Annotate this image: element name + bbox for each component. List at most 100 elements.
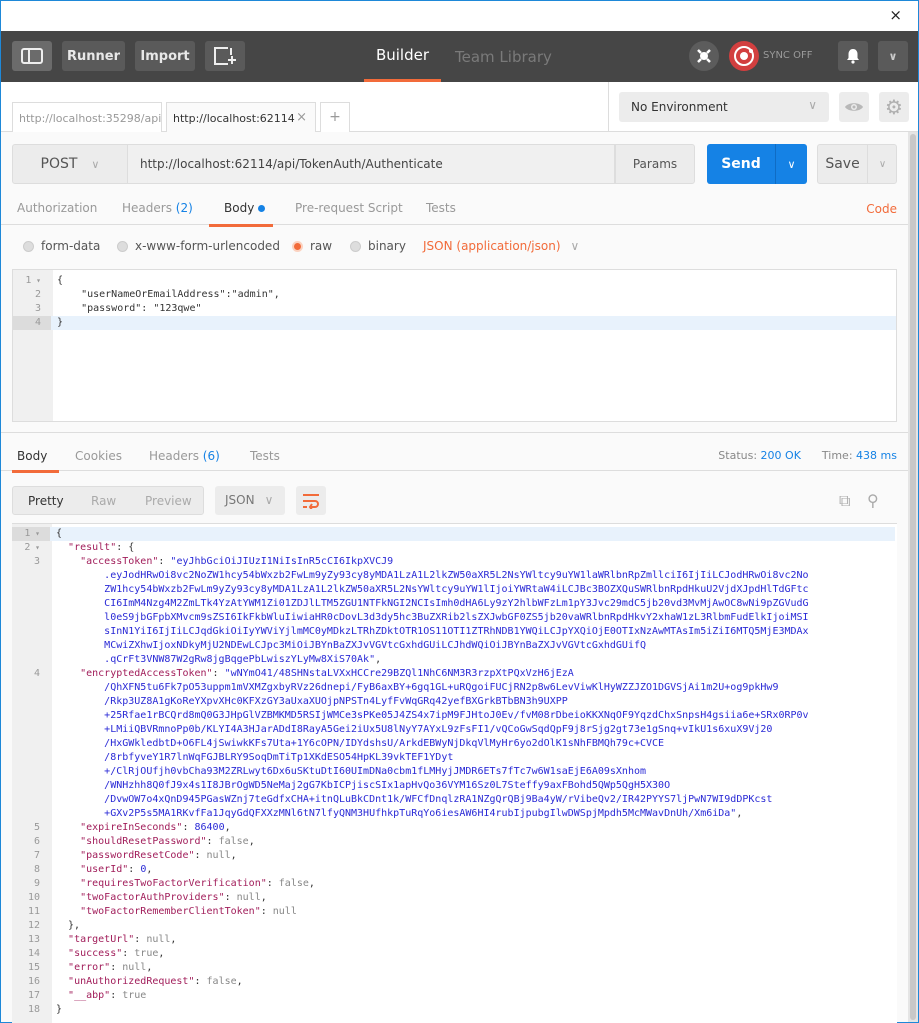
view-mode-segmented: Pretty Raw Preview: [12, 486, 204, 515]
code-text: "unAuthorizedRequest": false,: [68, 976, 243, 987]
code-line: +/ClRjOUfjh0vbCha93M2ZRLwyt6Dx6uSKtuDtI6…: [12, 765, 895, 779]
response-body-viewer[interactable]: 1{2 "result": {3 "accessToken": "eyJhbGc…: [12, 523, 897, 1023]
radio-x-www-form-urlencoded[interactable]: x-www-form-urlencoded: [117, 239, 280, 253]
radio-indicator-selected: [292, 240, 303, 252]
body-mode-options: form-data x-www-form-urlencoded raw bina…: [1, 235, 908, 261]
tab-body[interactable]: Body: [209, 201, 274, 227]
divider: [608, 82, 609, 132]
send-options-dropdown[interactable]: ∨: [775, 144, 807, 184]
chevron-down-icon: ∨: [264, 493, 274, 507]
headers-count: (6): [202, 449, 220, 463]
line-number: 10: [27, 892, 40, 903]
request-tab-label: http://localhost:35298/api/p: [19, 112, 162, 125]
send-button[interactable]: Send ∨: [707, 144, 807, 184]
request-body-editor[interactable]: 1{ 2 "userNameOrEmailAddress":"admin", 3…: [12, 269, 897, 422]
tab-team-library[interactable]: Team Library: [455, 31, 552, 82]
radio-form-data[interactable]: form-data: [23, 239, 100, 253]
code-line: MCwiZXhwIjoxNDkyMjU2NDEwLCJpc3MiOiJBYnBa…: [12, 639, 895, 653]
content-type-value: JSON (application/json): [423, 239, 561, 253]
environment-quick-look-button[interactable]: [839, 92, 869, 122]
radio-raw[interactable]: raw: [292, 239, 332, 253]
tab-tests[interactable]: Tests: [426, 201, 456, 215]
wrap-lines-button[interactable]: [296, 486, 326, 515]
headers-count: (2): [175, 201, 193, 215]
chevron-down-icon: ∨: [570, 239, 580, 253]
code-text: sInN1YiI6IjIiLCJqdGkiOiIyYWViYjlmMC0yMDk…: [104, 626, 809, 637]
save-options-dropdown[interactable]: ∨: [867, 145, 897, 183]
title-bar: ×: [1, 1, 918, 31]
tab-builder[interactable]: Builder: [364, 31, 441, 82]
params-button[interactable]: Params: [615, 144, 695, 184]
new-window-button[interactable]: [205, 41, 245, 71]
interceptor-button[interactable]: [689, 41, 719, 71]
response-tab-tests[interactable]: Tests: [250, 449, 280, 463]
content-type-select[interactable]: JSON (application/json) ∨: [423, 239, 579, 253]
radio-label: binary: [368, 239, 406, 253]
tab-label: Headers: [149, 449, 199, 463]
code-text: "accessToken": "eyJhbGciOiJIUzI1NiIsInR5…: [80, 556, 394, 567]
code-line: /QhXFN5tu6Fk7pO53uppm1mVXMZgxbyRVz26dnep…: [12, 681, 895, 695]
response-tab-cookies[interactable]: Cookies: [75, 449, 122, 463]
view-raw-button[interactable]: Raw: [91, 494, 116, 508]
user-menu-button[interactable]: ∨: [878, 41, 908, 71]
close-window-button[interactable]: ×: [889, 6, 902, 24]
line-number: 2: [34, 289, 41, 300]
environment-select[interactable]: No Environment ∨: [619, 92, 829, 122]
generate-code-link[interactable]: Code: [866, 202, 897, 216]
import-button[interactable]: Import: [135, 41, 195, 71]
line-number: 3: [33, 556, 40, 567]
code-line: 2 "result": {: [12, 541, 895, 555]
code-line: /WNHzhh8Q0fJ9x4s1I8JBrOgWD5NeMaj2gG7KbIC…: [12, 779, 895, 793]
send-button-label[interactable]: Send: [707, 144, 775, 184]
tab-pre-request-script[interactable]: Pre-request Script: [295, 201, 403, 215]
chevron-down-icon: ∨: [808, 98, 817, 112]
request-tab-active[interactable]: http://localhost:62114 ×: [166, 102, 316, 132]
response-tab-body[interactable]: Body: [12, 449, 60, 473]
toggle-sidebar-button[interactable]: [12, 41, 52, 71]
code-text: /DvwOW7o4xQnD945PGasWZnj7teGdfxCHA+itnQL…: [104, 794, 773, 805]
code-line: 1{: [12, 527, 895, 541]
sync-status-label: SYNC OFF: [763, 50, 813, 61]
scrollbar[interactable]: [908, 132, 918, 1022]
environment-selected-value: No Environment: [631, 100, 728, 114]
method-select[interactable]: POST ∨: [12, 144, 128, 184]
code-line: 16 "unAuthorizedRequest": false,: [12, 975, 895, 989]
code-line: 14 "success": true,: [12, 947, 895, 961]
tab-headers[interactable]: Headers (2): [122, 201, 193, 215]
code-line: ZW1hcy54bWxzb2FwLm9yZy93cy8yMDA1LzA1L2lk…: [12, 583, 895, 597]
response-tab-headers[interactable]: Headers (6): [149, 449, 220, 463]
scrollbar-thumb[interactable]: [910, 134, 916, 1020]
runner-button[interactable]: Runner: [62, 41, 125, 71]
request-tab[interactable]: http://localhost:35298/api/p: [12, 102, 162, 132]
notifications-button[interactable]: [838, 41, 868, 71]
tab-authorization[interactable]: Authorization: [17, 201, 97, 215]
code-line: l0eS9jbGFpbXMvcm9sZSI6IkFkbWluIiwiaHR0cD…: [12, 611, 895, 625]
code-line: sInN1YiI6IjIiLCJqdGkiOiIyYWViYjlmMC0yMDk…: [12, 625, 895, 639]
sync-status-button[interactable]: [729, 41, 759, 71]
view-pretty-button[interactable]: Pretty: [28, 494, 64, 508]
eye-icon: [845, 103, 863, 111]
radio-binary[interactable]: binary: [350, 239, 406, 253]
line-number: 9: [33, 878, 40, 889]
view-preview-button[interactable]: Preview: [145, 494, 192, 508]
code-line: +LMiiQBVRmnoPp0b/KLYI4A3HJarADdI8RayA5Ge…: [12, 723, 895, 737]
manage-environments-button[interactable]: ⚙: [879, 92, 909, 122]
code-text: +25Rfae1rBCQrd8mQ0G3JHpGlVZBMKMD5RSIjWMC…: [104, 710, 809, 721]
code-text: /Rkp3UZ8A1gKoReYXpvXHc0KFXzGY3aUxaXUOjpN…: [104, 696, 568, 707]
line-number: 3: [34, 303, 41, 314]
search-icon[interactable]: ⚲: [867, 491, 879, 510]
line-number: 12: [27, 920, 40, 931]
response-meta: Status: 200 OK Time: 438 ms: [718, 449, 897, 462]
url-input[interactable]: http://localhost:62114/api/TokenAuth/Aut…: [128, 144, 615, 184]
save-button-label[interactable]: Save: [818, 145, 867, 183]
postman-window: × Runner Import Builder Team Library SYN…: [0, 0, 919, 1023]
new-tab-button[interactable]: +: [320, 102, 350, 132]
response-format-select[interactable]: JSON ∨: [215, 486, 285, 515]
code-text: "error": null,: [68, 962, 153, 973]
save-button[interactable]: Save ∨: [817, 144, 897, 184]
code-line: +25Rfae1rBCQrd8mQ0G3JHpGlVZBMKMD5RSIjWMC…: [12, 709, 895, 723]
code-text: /8rbfyveY1R7lnWqFGJBLRY9SoqDmTiTp1XKdESO…: [104, 752, 454, 763]
close-tab-icon[interactable]: ×: [296, 110, 307, 125]
copy-icon[interactable]: ⧉: [839, 491, 850, 511]
radio-indicator: [117, 240, 128, 252]
